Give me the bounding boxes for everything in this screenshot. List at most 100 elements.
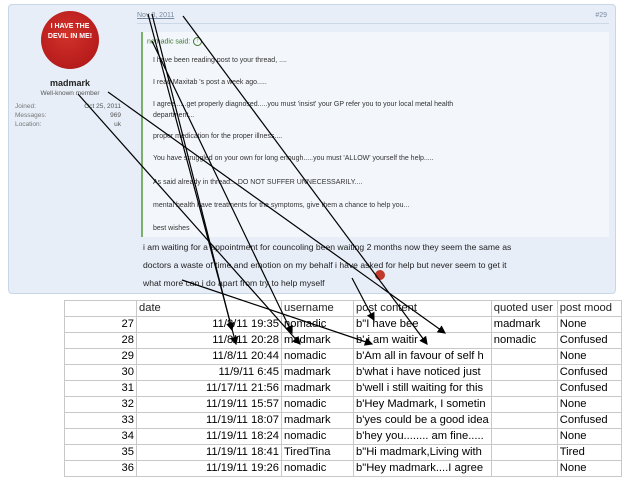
stat-joined: Joined: Oct 25, 2011: [15, 103, 121, 110]
row-index-cell: 35: [64, 444, 137, 461]
table-row: 34 11/19/11 18:24 nomadic b'hey you........…: [64, 428, 622, 445]
post-number-link[interactable]: #29: [595, 12, 607, 19]
table-header-row: date username post content quoted user post …: [64, 300, 622, 317]
column-header: post mood: [556, 300, 622, 317]
column-header: quoted user: [490, 300, 558, 317]
post-content-cell: b"Hi madmark,Living with: [353, 444, 492, 461]
username-cell: nomadic: [281, 460, 354, 477]
username-link[interactable]: madmark: [9, 78, 131, 88]
row-index-cell: 27: [64, 316, 137, 333]
date-cell: 11/19/11 18:24: [136, 428, 282, 445]
date-cell: 11/9/11 6:45: [136, 364, 282, 381]
post-content-cell: b' i am waitir: [353, 332, 492, 349]
post-content-cell: b'Am all in favour of self h: [353, 348, 492, 365]
quote-block: nomadic said: ↑ I have been reading post …: [141, 32, 609, 237]
table-row: 35 11/19/11 18:41 TiredTina b"Hi madmark,Li…: [64, 444, 622, 461]
quoted-user-cell: nomadic: [490, 332, 558, 349]
post-mood-cell: None: [556, 348, 622, 365]
quote-line: You have struggled on your own for long …: [153, 155, 434, 162]
quoted-user-cell: [490, 348, 558, 365]
forum-post: I HAVE THE DEVIL IN ME! madmark Well-kno…: [8, 4, 616, 294]
reply-line: i am waiting for a appointment for counc…: [143, 242, 512, 252]
quoted-user-cell: [490, 396, 558, 413]
post-content-cell: b'yes could be a good idea: [353, 412, 492, 429]
row-index-cell: 28: [64, 332, 137, 349]
quoted-user-cell: [490, 412, 558, 429]
avatar[interactable]: I HAVE THE DEVIL IN ME!: [41, 11, 99, 69]
quote-line: department...: [153, 112, 195, 119]
post-content-cell: b'what i have noticed just: [353, 364, 492, 381]
row-index-cell: 36: [64, 460, 137, 477]
username-cell: madmark: [281, 332, 354, 349]
post-mood-cell: Tired: [556, 444, 622, 461]
table-row: 31 11/17/11 21:56 madmark b'well i still wa…: [64, 380, 622, 397]
row-index-cell: 31: [64, 380, 137, 397]
stat-label: Messages:: [15, 112, 47, 119]
avatar-text-line1: I HAVE THE: [50, 23, 90, 30]
username-cell: nomadic: [281, 316, 354, 333]
column-header: [64, 300, 137, 317]
quote-line: I read Maxitab 's post a week ago.....: [153, 79, 267, 86]
post-content-cell: b'hey you........ am fine.....: [353, 428, 492, 445]
post-mood-cell: Confused: [556, 332, 622, 349]
table-row: 33 11/19/11 18:07 madmark b'yes could be a …: [64, 412, 622, 429]
quoted-user-cell: [490, 364, 558, 381]
quote-header: nomadic said: ↑: [147, 37, 203, 46]
stat-label: Location:: [15, 121, 42, 128]
username-cell: madmark: [281, 364, 354, 381]
quote-line: best wishes: [153, 225, 190, 232]
quote-line: As said already in thread....DO NOT SUFF…: [153, 179, 363, 186]
row-index-cell: 33: [64, 412, 137, 429]
stat-messages: Messages: 969: [15, 112, 121, 119]
username-cell: TiredTina: [281, 444, 354, 461]
quoted-user-cell: [490, 428, 558, 445]
username-cell: madmark: [281, 380, 354, 397]
table-row: 30 11/9/11 6:45 madmark b'what i have notic…: [64, 364, 622, 381]
post-content-cell: b"I have bee: [353, 316, 492, 333]
avatar-text-line2: DEVIL IN ME!: [47, 33, 93, 40]
quote-line: I have been reading post to your thread,…: [153, 57, 287, 64]
data-table: date username post content quoted user post …: [64, 300, 622, 477]
row-index-cell: 29: [64, 348, 137, 365]
stat-label: Joined:: [15, 103, 36, 110]
username-cell: nomadic: [281, 396, 354, 413]
post-content-cell: b'well i still waiting for this: [353, 380, 492, 397]
post-mood-cell: None: [556, 460, 622, 477]
quoted-user-cell: madmark: [490, 316, 558, 333]
stat-location: Location: uk: [15, 121, 121, 128]
post-mood-cell: None: [556, 428, 622, 445]
row-index-cell: 30: [64, 364, 137, 381]
column-header: username: [281, 300, 354, 317]
username-cell: madmark: [281, 412, 354, 429]
quote-author-link[interactable]: nomadic said:: [147, 38, 190, 45]
post-mood-cell: Confused: [556, 364, 622, 381]
quote-line: proper medication for the proper illness…: [153, 133, 283, 140]
stat-value: uk: [114, 121, 121, 128]
post-mood-cell: None: [556, 316, 622, 333]
date-cell: 11/8/11 19:35: [136, 316, 282, 333]
column-header: date: [136, 300, 282, 317]
quote-jump-icon[interactable]: ↑: [193, 37, 203, 46]
divider: [137, 23, 609, 24]
row-index-cell: 34: [64, 428, 137, 445]
stat-value: Oct 25, 2011: [84, 103, 121, 110]
post-content-cell: b'Hey Madmark, I sometin: [353, 396, 492, 413]
post-date-link[interactable]: Nov 8, 2011: [137, 12, 174, 19]
date-cell: 11/8/11 20:44: [136, 348, 282, 365]
username-cell: nomadic: [281, 428, 354, 445]
quote-line: I agree......get properly diagnosed.....…: [153, 101, 454, 108]
quoted-user-cell: [490, 380, 558, 397]
post-mood-cell: Confused: [556, 380, 622, 397]
post-user-sidebar: I HAVE THE DEVIL IN ME! madmark Well-kno…: [9, 5, 131, 293]
table-row: 36 11/19/11 19:26 nomadic b"Hey madmark....…: [64, 460, 622, 477]
username-cell: nomadic: [281, 348, 354, 365]
table-row: 28 11/8/11 20:28 madmark b' i am waitir noma…: [64, 332, 622, 349]
date-cell: 11/19/11 18:07: [136, 412, 282, 429]
quote-line: mental health have treatments for the sy…: [153, 202, 410, 209]
row-index-cell: 32: [64, 396, 137, 413]
table-row: 32 11/19/11 15:57 nomadic b'Hey Madmark, I …: [64, 396, 622, 413]
date-cell: 11/19/11 18:41: [136, 444, 282, 461]
column-header: post content: [353, 300, 492, 317]
quoted-user-cell: [490, 444, 558, 461]
stat-value: 969: [110, 112, 121, 119]
